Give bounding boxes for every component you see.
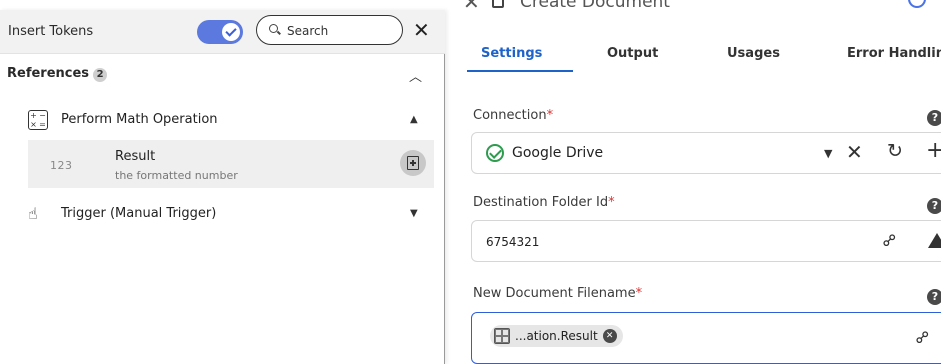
check-circle-icon [486,144,504,162]
document-title: Create Document [520,0,670,12]
folder-label: Destination Folder Id* [473,195,615,210]
number-type-icon: 123 [50,159,73,172]
document-header: ✕ Create Document [445,0,941,14]
link-icon[interactable]: ⚯ [911,326,935,350]
reference-item-math[interactable]: + − × = Perform Math Operation ▲ [0,106,445,136]
token-row-result[interactable]: 123 Result the formatted number [28,140,434,188]
insert-token-button[interactable] [400,150,426,176]
collapse-chevron-icon[interactable]: ︿ [409,66,422,85]
tab-output[interactable]: Output [607,46,658,61]
connection-value: Google Drive [512,145,604,161]
clear-icon[interactable]: ✕ [846,140,863,164]
document-editor: ✕ Create Document Settings Output Usages… [445,0,941,364]
close-panel-icon[interactable]: ✕ [413,18,430,42]
drive-icon[interactable] [928,233,941,248]
reference-item-label: Perform Math Operation [61,112,218,127]
required-mark: * [608,195,615,210]
math-operation-icon [494,328,510,344]
help-icon[interactable] [908,0,926,8]
token-description: the formatted number [115,169,238,182]
folder-help-icon[interactable]: ? [927,198,941,214]
references-count-badge: 2 [93,68,108,82]
connection-help-icon[interactable]: ? [927,110,941,126]
token-name: Result [115,149,156,164]
token-chip[interactable]: ...ation.Result ✕ [490,325,623,347]
folder-id-value: 6754321 [486,235,540,249]
references-header[interactable]: References 2 [7,66,108,82]
connection-label: Connection* [473,108,553,123]
pointer-hand-icon: ☝ [28,204,38,223]
active-tab-indicator [467,70,573,72]
reference-item-label: Trigger (Manual Trigger) [61,206,217,221]
filename-label-text: New Document Filename [473,286,636,301]
close-document-icon[interactable]: ✕ [463,0,480,14]
panel-title: Insert Tokens [8,24,94,39]
search-icon [269,24,278,33]
reference-item-trigger[interactable]: ☝ Trigger (Manual Trigger) ▼ [0,200,445,230]
math-operation-icon: + − × = [28,110,48,130]
insert-tokens-panel: Insert Tokens ✕ References2 ︿ +−×= Perfo… [0,10,445,364]
dropdown-caret-icon[interactable]: ▼ [824,147,832,160]
search-input[interactable] [287,21,395,41]
expand-caret-icon[interactable]: ▼ [410,208,418,219]
panel-header: Insert Tokens ✕ [0,10,445,54]
folder-label-text: Destination Folder Id [473,195,609,210]
references-label: References [7,66,90,81]
filename-help-icon[interactable]: ? [927,289,941,305]
remove-token-icon[interactable]: ✕ [602,329,617,343]
insert-tokens-toggle[interactable] [197,20,243,44]
connection-label-text: Connection [473,108,547,123]
connection-select[interactable]: Google Drive ▼ ✕ ↻ + [471,132,941,174]
filename-label: New Document Filename* [473,286,642,301]
toggle-check-icon [222,23,240,41]
document-icon [492,0,504,8]
collapse-caret-icon[interactable]: ▲ [410,114,418,125]
token-chip-text: ...ation.Result [515,329,598,343]
insert-icon [407,156,419,170]
required-mark: * [546,108,554,123]
tab-settings[interactable]: Settings [481,46,542,61]
search-box[interactable] [256,15,403,45]
tab-usages[interactable]: Usages [727,46,780,61]
link-icon[interactable]: ⚯ [878,229,902,253]
tab-error-handling[interactable]: Error Handling [847,46,941,61]
refresh-icon[interactable]: ↻ [887,140,903,162]
tab-bar: Settings Output Usages Error Handling [467,38,941,74]
filename-field[interactable]: ...ation.Result ✕ ⚯ [471,312,941,364]
folder-id-field[interactable]: 6754321 ⚯ [471,220,941,262]
required-mark: * [635,286,643,301]
add-icon[interactable]: + [926,138,941,163]
